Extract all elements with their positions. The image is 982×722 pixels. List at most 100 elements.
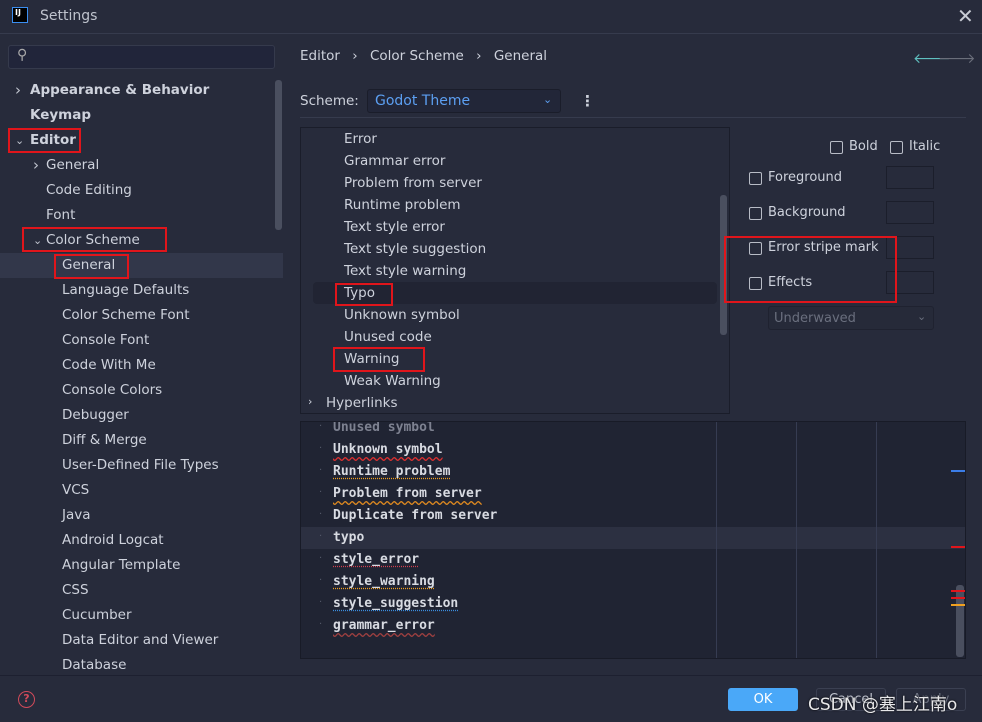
attribute-item[interactable]: Weak Warning xyxy=(344,370,441,392)
attribute-item[interactable]: Runtime problem xyxy=(344,194,461,216)
sidebar-item[interactable]: Java xyxy=(62,503,91,528)
sidebar-item[interactable]: Appearance & Behavior xyxy=(30,78,209,103)
foreground-color-swatch[interactable] xyxy=(886,166,934,189)
whitespace-dot: · xyxy=(319,465,323,476)
whitespace-dot: · xyxy=(319,553,323,564)
bold-checkbox[interactable] xyxy=(830,141,843,154)
italic-checkbox[interactable] xyxy=(890,141,903,154)
help-icon[interactable]: ? xyxy=(18,691,35,708)
preview-line: style_suggestion xyxy=(333,596,459,611)
sidebar-item[interactable]: Angular Template xyxy=(62,553,180,578)
attribute-item[interactable]: Warning xyxy=(344,348,400,370)
sidebar-item[interactable]: User-Defined File Types xyxy=(62,453,219,478)
preview-line: style_warning xyxy=(333,574,435,589)
app-logo: IJ xyxy=(12,7,28,23)
breadcrumb-separator: › xyxy=(352,48,358,64)
background-color-swatch[interactable] xyxy=(886,201,934,224)
sidebar-item[interactable]: Font xyxy=(46,203,75,228)
attribute-item[interactable]: Unknown symbol xyxy=(344,304,460,326)
selected-row-highlight xyxy=(0,253,283,278)
sidebar-item[interactable]: CSS xyxy=(62,578,89,603)
sidebar-item[interactable]: Cucumber xyxy=(62,603,132,628)
search-input[interactable]: ⚲ xyxy=(8,45,275,69)
footer-divider xyxy=(0,675,982,676)
whitespace-dot: · xyxy=(319,443,323,454)
error-stripe-mark[interactable] xyxy=(951,597,965,599)
error-stripe-mark[interactable] xyxy=(951,470,965,472)
sidebar-item[interactable]: Code With Me xyxy=(62,353,156,378)
more-options-icon[interactable]: ⋮ xyxy=(580,92,595,110)
whitespace-dot: · xyxy=(319,619,323,630)
background-checkbox[interactable] xyxy=(749,207,762,220)
preview-line: typo xyxy=(333,530,365,545)
whitespace-dot: · xyxy=(319,509,323,520)
breadcrumb: Editor › Color Scheme › General xyxy=(300,48,547,64)
preview-scrollbar[interactable] xyxy=(956,585,964,657)
title-bar: IJ Settings ✕ xyxy=(0,0,982,34)
sidebar-item[interactable]: Color Scheme Font xyxy=(62,303,190,328)
preview-line: Unused symbol xyxy=(333,421,435,435)
attribute-item[interactable]: Text style error xyxy=(344,216,445,238)
error-stripe-mark[interactable] xyxy=(951,604,965,606)
attribute-item[interactable]: Error xyxy=(344,128,377,150)
sidebar-item[interactable]: Debugger xyxy=(62,403,129,428)
sidebar-item[interactable]: General xyxy=(46,153,99,178)
attribute-item[interactable]: Text style suggestion xyxy=(344,238,486,260)
sidebar-item[interactable]: Android Logcat xyxy=(62,528,164,553)
error-stripe-label: Error stripe mark xyxy=(768,240,879,255)
breadcrumb-separator: › xyxy=(476,48,482,64)
effect-type-value: Underwaved xyxy=(774,311,856,326)
breadcrumb-item[interactable]: Editor xyxy=(300,48,340,64)
sidebar-item[interactable]: General xyxy=(62,253,115,278)
foreground-checkbox[interactable] xyxy=(749,172,762,185)
preview-line: Problem from server xyxy=(333,486,482,501)
chevron-down-icon: ⌄ xyxy=(543,93,553,106)
breadcrumb-item[interactable]: Color Scheme xyxy=(370,48,464,64)
error-stripe-mark[interactable] xyxy=(951,546,965,548)
sidebar-scrollbar[interactable] xyxy=(275,80,282,230)
whitespace-dot: · xyxy=(319,531,323,542)
preview-editor[interactable]: · Unused symbol · Unknown symbol · Runtime pr… xyxy=(300,421,966,659)
attribute-item[interactable]: Typo xyxy=(344,282,375,304)
sidebar-item[interactable]: Console Font xyxy=(62,328,149,353)
sidebar-item[interactable]: Color Scheme xyxy=(46,228,140,253)
ok-button[interactable]: OK xyxy=(728,688,798,711)
search-icon: ⚲ xyxy=(17,47,28,63)
attribute-group-hyperlinks[interactable]: Hyperlinks xyxy=(326,392,397,414)
effect-type-dropdown[interactable]: Underwaved ⌄ xyxy=(768,306,934,330)
error-stripe-checkbox[interactable] xyxy=(749,242,762,255)
sidebar-item[interactable]: Code Editing xyxy=(46,178,132,203)
chevron-right-icon[interactable]: › xyxy=(33,156,39,174)
sidebar-item[interactable]: Diff & Merge xyxy=(62,428,147,453)
sidebar-item[interactable]: Console Colors xyxy=(62,378,162,403)
window-title: Settings xyxy=(40,8,98,24)
forward-arrow-icon[interactable]: 🡒 xyxy=(938,50,976,67)
sidebar-item[interactable]: VCS xyxy=(62,478,89,503)
attribute-item[interactable]: Unused code xyxy=(344,326,432,348)
attribute-item[interactable]: Grammar error xyxy=(344,150,445,172)
sidebar-item[interactable]: Editor xyxy=(30,128,76,153)
chevron-down-icon[interactable]: ⌄ xyxy=(15,134,24,147)
attribute-item[interactable]: Problem from server xyxy=(344,172,482,194)
watermark: CSDN @塞上江南o xyxy=(808,695,958,715)
error-stripe-color-swatch[interactable] xyxy=(886,236,934,259)
effects-label: Effects xyxy=(768,275,813,290)
sidebar-item[interactable]: Keymap xyxy=(30,103,91,128)
sidebar-item[interactable]: Data Editor and Viewer xyxy=(62,628,218,653)
error-stripe-mark[interactable] xyxy=(951,590,965,592)
preview-line: Runtime problem xyxy=(333,464,451,479)
chevron-right-icon[interactable]: › xyxy=(15,81,21,99)
scheme-label: Scheme: xyxy=(300,93,359,109)
effects-checkbox[interactable] xyxy=(749,277,762,290)
attributes-scrollbar[interactable] xyxy=(720,195,727,335)
breadcrumb-item: General xyxy=(493,48,548,64)
attribute-item[interactable]: Text style warning xyxy=(344,260,466,282)
scheme-value: Godot Theme xyxy=(375,93,471,109)
sidebar-item[interactable]: Language Defaults xyxy=(62,278,189,303)
effects-color-swatch[interactable] xyxy=(886,271,934,294)
scheme-dropdown[interactable]: Godot Theme ⌄ xyxy=(367,89,561,113)
close-icon[interactable]: ✕ xyxy=(957,4,974,28)
whitespace-dot: · xyxy=(319,597,323,608)
chevron-down-icon[interactable]: ⌄ xyxy=(33,234,42,247)
chevron-right-icon[interactable]: › xyxy=(308,395,312,408)
